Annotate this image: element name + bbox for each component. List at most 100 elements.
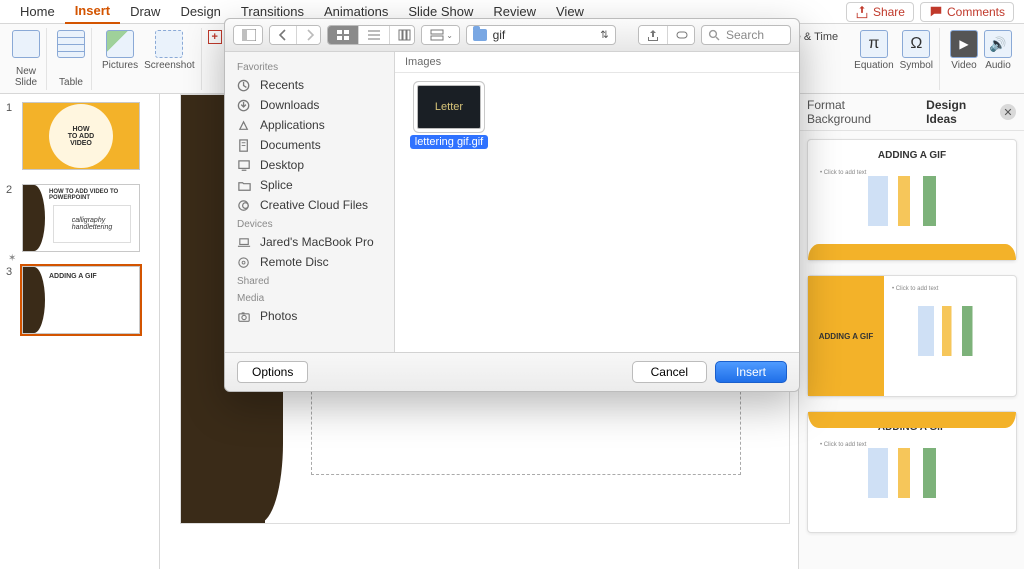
video-button[interactable]: ▶ Video [950,30,978,71]
file-picker-dialog: ⌄ gif ⇅ Search Favorites Recents Downloa… [224,18,800,392]
thumb-3[interactable]: 3 ADDING A GIF [6,266,153,334]
close-pane-button[interactable]: ✕ [1000,104,1016,120]
share-action-button[interactable] [639,26,668,44]
audio-label: Audio [985,60,1011,71]
file-item[interactable]: Letter lettering gif.gif [407,85,491,149]
tab-format-background[interactable]: Format Background [807,98,912,126]
search-icon [708,29,720,41]
insert-button[interactable]: Insert [715,361,787,383]
pictures-label: Pictures [102,60,138,71]
thumb-1-number: 1 [6,102,16,170]
sidebar-desktop[interactable]: Desktop [225,155,394,175]
laptop-icon [237,236,252,249]
idea-1-wave [808,244,1016,260]
sidebar-label: Splice [260,178,293,192]
clock-icon [237,79,252,92]
menu-home[interactable]: Home [10,0,65,23]
symbol-button[interactable]: Ω Symbol [900,30,933,71]
group-button-seg: ⌄ [421,25,459,45]
pictures-button[interactable]: Pictures [102,30,138,71]
file-name: lettering gif.gif [410,135,488,149]
ribbon-group-images: Pictures Screenshot [96,28,202,90]
menu-draw[interactable]: Draw [120,0,170,23]
sidebar-creative-cloud[interactable]: Creative Cloud Files [225,195,394,215]
shared-heading: Shared [225,272,394,289]
options-button[interactable]: Options [237,361,308,383]
file-thumbnail: Letter [417,85,481,129]
sidebar-photos[interactable]: Photos [225,306,394,326]
pictures-icon [106,30,134,58]
file-preview-text: Letter [435,101,463,113]
sidebar-downloads[interactable]: Downloads [225,95,394,115]
tag-action-button[interactable] [668,26,695,44]
sidebar-label: Photos [260,309,297,323]
ribbon-group-media: ▶ Video 🔊 Audio [944,28,1018,90]
menu-design[interactable]: Design [170,0,230,23]
sidebar-macbook[interactable]: Jared's MacBook Pro [225,232,394,252]
list-view-button[interactable] [359,26,390,44]
screenshot-icon [155,30,183,58]
menu-insert[interactable]: Insert [65,0,120,24]
table-icon [57,30,85,58]
path-dropdown[interactable]: gif ⇅ [466,25,616,45]
back-button[interactable] [270,26,297,44]
ribbon-group-newslide[interactable]: New Slide [6,28,47,90]
animation-indicator-icon: ✶ [8,253,16,264]
comments-button[interactable]: Comments [920,2,1014,22]
favorites-heading: Favorites [225,58,394,75]
idea-card-1[interactable]: ADDING A GIF • Click to add text [807,139,1017,261]
audio-icon: 🔊 [984,30,1012,58]
sidebar-applications[interactable]: Applications [225,115,394,135]
search-field[interactable]: Search [701,25,791,45]
sidebar-documents[interactable]: Documents [225,135,394,155]
thumb-2-number: 2 [6,184,16,252]
group-button[interactable]: ⌄ [422,26,459,44]
video-icon: ▶ [950,30,978,58]
idea-3-graphic [868,448,968,498]
screenshot-button[interactable]: Screenshot [144,30,195,71]
action-buttons [638,25,695,45]
screenshot-label: Screenshot [144,60,195,71]
ribbon-group-table[interactable]: Table [51,28,92,90]
content-header: Images [395,52,799,73]
equation-button[interactable]: π Equation [854,30,893,71]
ideas-header: Format Background Design Ideas ✕ [799,94,1024,131]
share-button[interactable]: Share [846,2,914,22]
chevron-updown-icon: ⇅ [600,30,608,41]
tab-design-ideas[interactable]: Design Ideas [926,98,1000,126]
new-slide-icon [12,30,40,58]
sidebar-toggle-button[interactable] [234,26,263,44]
thumb-2[interactable]: 2 HOW TO ADD VIDEO TO POWERPOINT calligr… [6,184,153,252]
sidebar-recents[interactable]: Recents [225,75,394,95]
file-grid[interactable]: Letter lettering gif.gif [395,73,799,161]
camera-icon [237,310,252,323]
sidebar-toggle[interactable] [233,25,263,45]
thumb-2-card: calligraphy handlettering [53,205,131,243]
thumb-2-title: HOW TO ADD VIDEO TO POWERPOINT [49,189,139,201]
forward-button[interactable] [297,26,321,44]
idea-card-2[interactable]: ADDING A GIF • Click to add text [807,275,1017,397]
cancel-button[interactable]: Cancel [632,361,707,383]
thumb-1[interactable]: 1 HOW TO ADD VIDEO [6,102,153,170]
table-label: Table [59,77,83,88]
comments-label: Comments [947,5,1005,19]
idea-1-title: ADDING A GIF [878,150,946,161]
thumb-1-title: HOW TO ADD VIDEO [53,108,109,164]
icon-view-button[interactable] [328,26,359,44]
audio-button[interactable]: 🔊 Audio [984,30,1012,71]
sidebar-splice[interactable]: Splice [225,175,394,195]
sidebar-label: Recents [260,78,304,92]
disc-icon [237,256,252,269]
sidebar-remote-disc[interactable]: Remote Disc [225,252,394,272]
ideas-list[interactable]: ADDING A GIF • Click to add text ADDING … [799,131,1024,541]
idea-1-sub: • Click to add text [820,170,866,176]
thumb-3-number: 3 [6,266,16,334]
new-slide-label: New Slide [15,66,37,88]
symbol-icon: Ω [902,30,930,58]
sidebar-label: Desktop [260,158,304,172]
column-view-button[interactable] [390,26,415,44]
idea-card-3[interactable]: ADDING A GIF • Click to add text [807,411,1017,533]
wave-shape [23,185,45,251]
media-heading: Media [225,289,394,306]
dialog-sidebar: Favorites Recents Downloads Applications… [225,52,395,352]
